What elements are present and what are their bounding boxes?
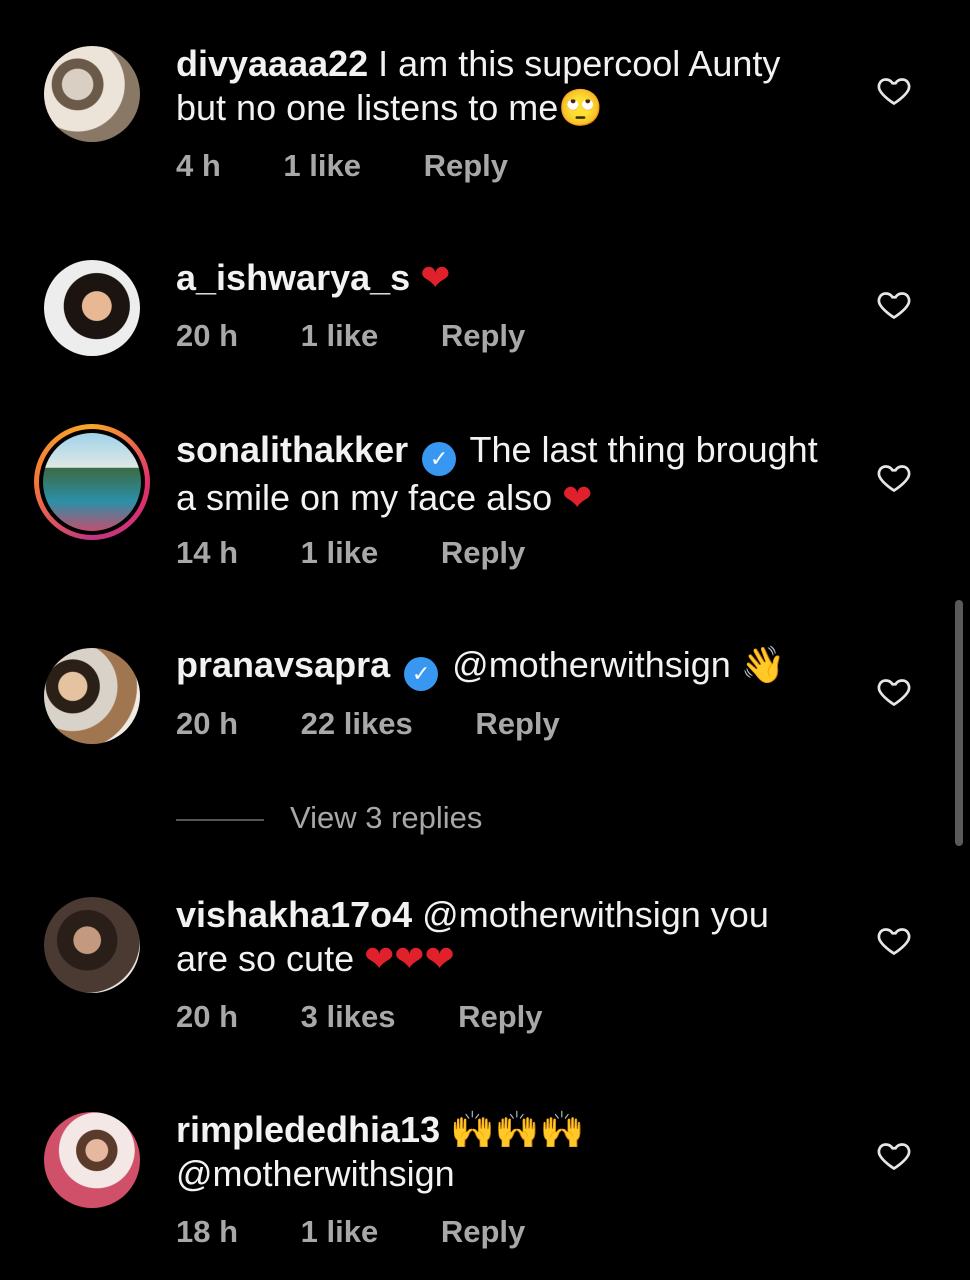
avatar[interactable]	[44, 260, 140, 356]
comment-meta: 20 h 22 likes Reply	[176, 706, 614, 742]
heart-outline-icon[interactable]	[876, 673, 912, 709]
view-replies-button[interactable]: View 3 replies	[176, 800, 482, 836]
comment-text: pranavsapra ✓ @motherwithsign 👋	[176, 643, 856, 691]
comment-meta: 20 h 1 like Reply	[176, 318, 579, 354]
likes-count[interactable]: 1 like	[301, 535, 379, 570]
avatar[interactable]	[44, 1112, 140, 1208]
heart-outline-icon[interactable]	[876, 459, 912, 495]
heart-outline-icon[interactable]	[876, 922, 912, 958]
divider	[176, 818, 264, 821]
heart-outline-icon[interactable]	[876, 1137, 912, 1173]
emoji: ❤	[420, 257, 451, 298]
reply-button[interactable]: Reply	[441, 1214, 525, 1249]
username[interactable]: pranavsapra	[176, 644, 390, 685]
username[interactable]: a_ishwarya_s	[176, 257, 410, 298]
likes-count[interactable]: 22 likes	[301, 706, 413, 741]
likes-count[interactable]: 1 like	[301, 318, 379, 353]
timestamp: 4 h	[176, 148, 221, 183]
username[interactable]: divyaaaa22	[176, 43, 368, 84]
emoji: ❤❤❤	[364, 938, 455, 979]
comment-meta: 20 h 3 likes Reply	[176, 999, 597, 1035]
reply-button[interactable]: Reply	[441, 535, 525, 570]
avatar	[43, 433, 141, 531]
emoji: 🙌🙌🙌	[450, 1109, 585, 1150]
likes-count[interactable]: 3 likes	[301, 999, 396, 1034]
timestamp: 20 h	[176, 706, 239, 741]
comment-text: vishakha17o4 @motherwithsign you are so …	[176, 894, 769, 979]
timestamp: 20 h	[176, 999, 239, 1034]
comment-meta: 18 h 1 like Reply	[176, 1214, 579, 1250]
avatar[interactable]	[44, 46, 140, 142]
avatar[interactable]	[44, 897, 140, 993]
reply-button[interactable]: Reply	[458, 999, 542, 1034]
heart-outline-icon[interactable]	[876, 72, 912, 108]
reply-button[interactable]: Reply	[441, 318, 525, 353]
username[interactable]: rimplededhia13	[176, 1109, 440, 1150]
comment-text: divyaaaa22 I am this supercool Aunty but…	[176, 43, 781, 128]
verified-badge-icon: ✓	[422, 442, 457, 476]
username[interactable]: sonalithakker	[176, 429, 408, 470]
heart-outline-icon[interactable]	[876, 286, 912, 322]
comment-meta: 14 h 1 like Reply	[176, 535, 579, 571]
emoji: 🙄	[558, 87, 604, 128]
username[interactable]: vishakha17o4	[176, 894, 412, 935]
comment-text: rimplededhia13 🙌🙌🙌 @motherwithsign	[176, 1109, 585, 1194]
scrollbar[interactable]	[955, 600, 963, 846]
timestamp: 20 h	[176, 318, 239, 353]
timestamp: 14 h	[176, 535, 239, 570]
timestamp: 18 h	[176, 1214, 239, 1249]
avatar[interactable]	[44, 648, 140, 744]
likes-count[interactable]: 1 like	[301, 1214, 379, 1249]
emoji: ❤	[562, 477, 593, 518]
emoji: 👋	[740, 644, 786, 685]
story-avatar[interactable]	[34, 424, 150, 540]
likes-count[interactable]: 1 like	[283, 148, 361, 183]
verified-badge-icon: ✓	[404, 657, 439, 691]
reply-button[interactable]: Reply	[475, 706, 559, 741]
comment-meta: 4 h 1 like Reply	[176, 148, 562, 184]
reply-button[interactable]: Reply	[424, 148, 508, 183]
comment-text: a_ishwarya_s ❤	[176, 256, 856, 300]
comment-text: sonalithakker ✓ The last thing brought a…	[176, 429, 818, 518]
